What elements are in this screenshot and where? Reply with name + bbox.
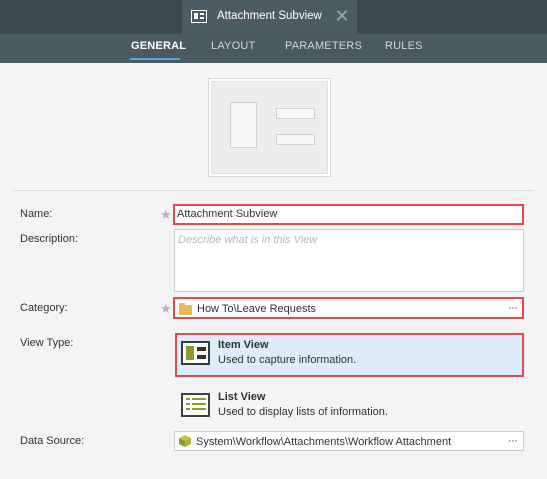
tab-title: Attachment Subview: [217, 10, 322, 22]
description-label: Description:: [20, 233, 79, 245]
required-star-icon: ★: [160, 301, 172, 316]
title-bar: Attachment Subview ✕: [0, 0, 547, 34]
data-source-picker[interactable]: System\Workflow\Attachments\Workflow Att…: [174, 431, 524, 451]
name-label: Name:: [20, 208, 53, 220]
list-view-title: List View: [218, 391, 266, 403]
tab-parameters[interactable]: PARAMETERS: [285, 40, 362, 52]
category-label: Category:: [20, 302, 68, 314]
close-icon[interactable]: ✕: [334, 7, 350, 25]
data-source-browse-button[interactable]: ···: [508, 435, 518, 447]
view-document-icon: [191, 10, 207, 23]
document-tab[interactable]: Attachment Subview ✕: [182, 0, 357, 34]
description-placeholder: Describe what is in this View: [178, 234, 318, 246]
required-star-icon: ★: [160, 207, 172, 222]
data-source-value: System\Workflow\Attachments\Workflow Att…: [196, 436, 452, 448]
divider: [13, 190, 534, 191]
data-source-label: Data Source:: [20, 435, 85, 447]
tab-rules[interactable]: RULES: [385, 40, 423, 52]
name-highlight: [173, 204, 524, 225]
description-field[interactable]: Describe what is in this View: [174, 229, 524, 292]
item-view-highlight: [175, 333, 524, 377]
list-view-description: Used to display lists of information.: [218, 406, 388, 418]
category-highlight: [173, 297, 524, 319]
tab-general[interactable]: GENERAL: [131, 40, 186, 52]
list-view-icon: [181, 393, 210, 417]
tab-layout[interactable]: LAYOUT: [211, 40, 255, 52]
view-type-list-view[interactable]: List View Used to display lists of infor…: [175, 385, 525, 427]
active-tab-indicator: [130, 58, 180, 60]
view-layout-icon: [211, 81, 328, 174]
view-type-label: View Type:: [20, 337, 74, 349]
smartobject-icon: [179, 435, 191, 447]
nav-bar: GENERAL LAYOUT PARAMETERS RULES: [0, 34, 547, 63]
view-icon-preview[interactable]: [208, 78, 331, 177]
